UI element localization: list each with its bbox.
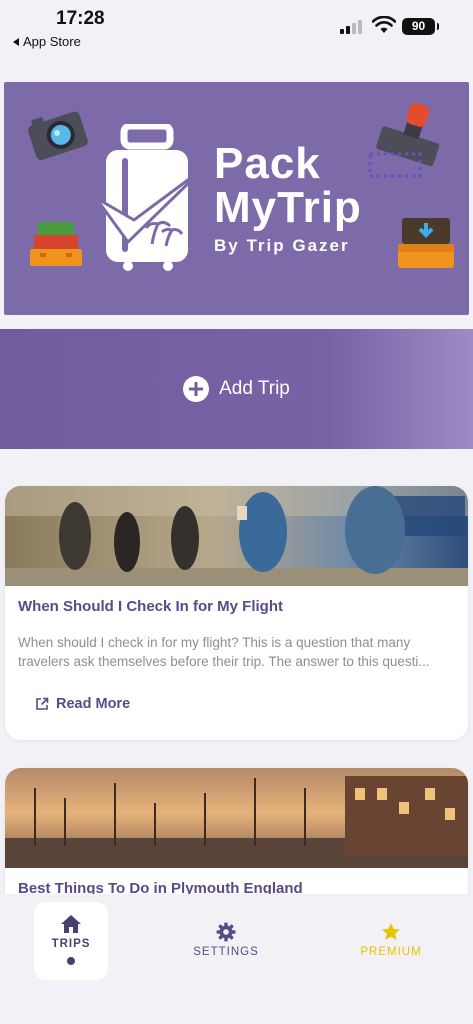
brand-line-2: MyTrip [214, 183, 362, 232]
plus-circle-icon [183, 376, 210, 402]
article-title[interactable]: When Should I Check In for My Flight [18, 598, 283, 615]
star-icon [382, 923, 400, 940]
battery-indicator: 90 [402, 18, 439, 35]
home-icon [61, 915, 81, 933]
back-arrow-icon [13, 37, 19, 46]
cellular-signal-icon [340, 20, 364, 34]
back-to-app-store[interactable]: App Store [13, 34, 81, 49]
brand-line-1: Pack [214, 139, 321, 188]
logo-suitcase-icon [94, 124, 206, 271]
tab-settings[interactable]: SETTINGS [186, 902, 266, 958]
download-case-icon [398, 218, 454, 268]
read-more-label: Read More [56, 696, 131, 712]
tab-trips[interactable]: TRIPS [34, 902, 108, 980]
article-card[interactable]: Best Things To Do in Plymouth England [5, 768, 468, 908]
tab-trips-label: TRIPS [51, 938, 91, 950]
suitcases-icon [30, 222, 82, 266]
camera-icon [27, 111, 88, 161]
tab-settings-label: SETTINGS [193, 946, 259, 958]
read-more-link[interactable]: Read More [35, 696, 130, 712]
back-label: App Store [23, 34, 81, 49]
external-link-icon [36, 697, 49, 710]
active-tab-indicator [67, 957, 75, 965]
status-time: 17:28 [56, 8, 105, 29]
wifi-icon [372, 16, 396, 33]
add-trip-label: Add Trip [219, 378, 290, 399]
status-bar: 17:28 App Store 90 [0, 0, 473, 56]
tab-premium[interactable]: PREMIUM [352, 902, 430, 958]
add-trip-button[interactable]: Add Trip [0, 329, 473, 449]
tab-premium-label: PREMIUM [360, 946, 422, 958]
bottom-tab-bar: TRIPS SETTINGS PREMIUM [0, 894, 473, 1024]
article-image-harbor [5, 768, 468, 868]
article-card[interactable]: When Should I Check In for My Flight Whe… [5, 486, 468, 740]
brand-tagline: By Trip Gazer [214, 236, 350, 255]
brand-logo-text: Pack MyTrip By Trip Gazer [214, 142, 362, 256]
stamp-icon [368, 102, 440, 178]
article-excerpt: When should I check in for my flight? Th… [18, 635, 430, 669]
article-image-airport [5, 486, 468, 586]
hero-banner: Pack MyTrip By Trip Gazer [4, 82, 469, 315]
gear-icon [216, 922, 236, 942]
